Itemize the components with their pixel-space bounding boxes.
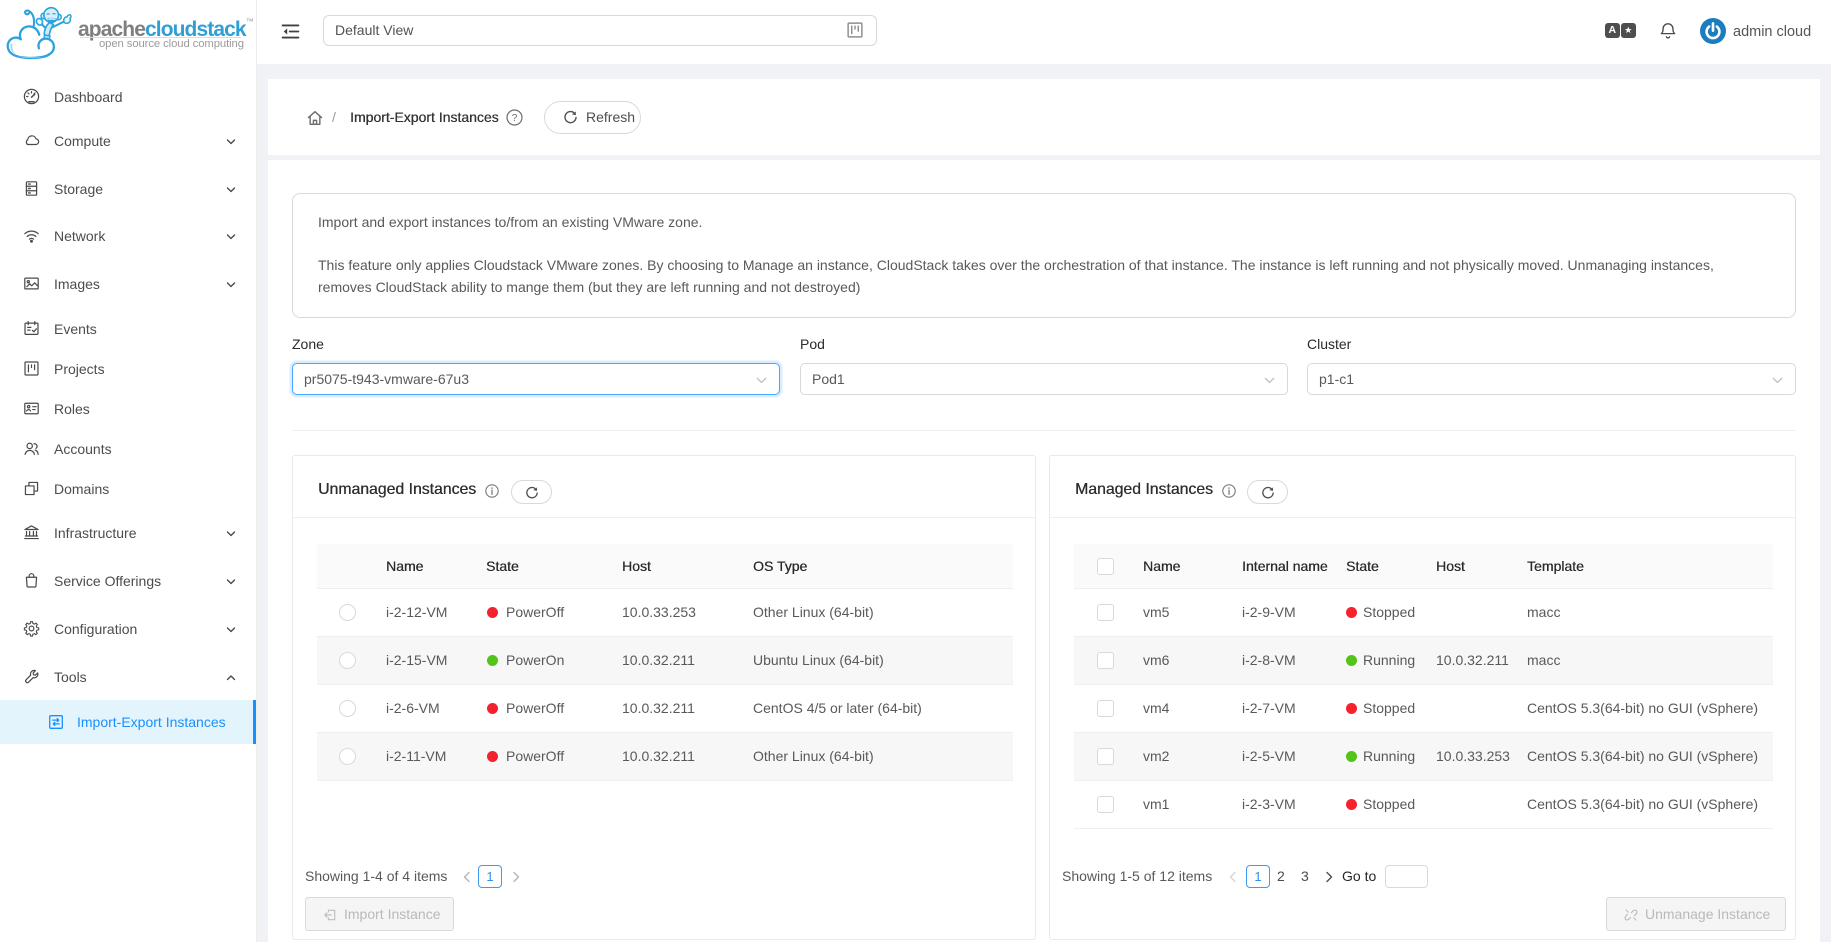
svg-text:?: ? — [512, 113, 518, 124]
